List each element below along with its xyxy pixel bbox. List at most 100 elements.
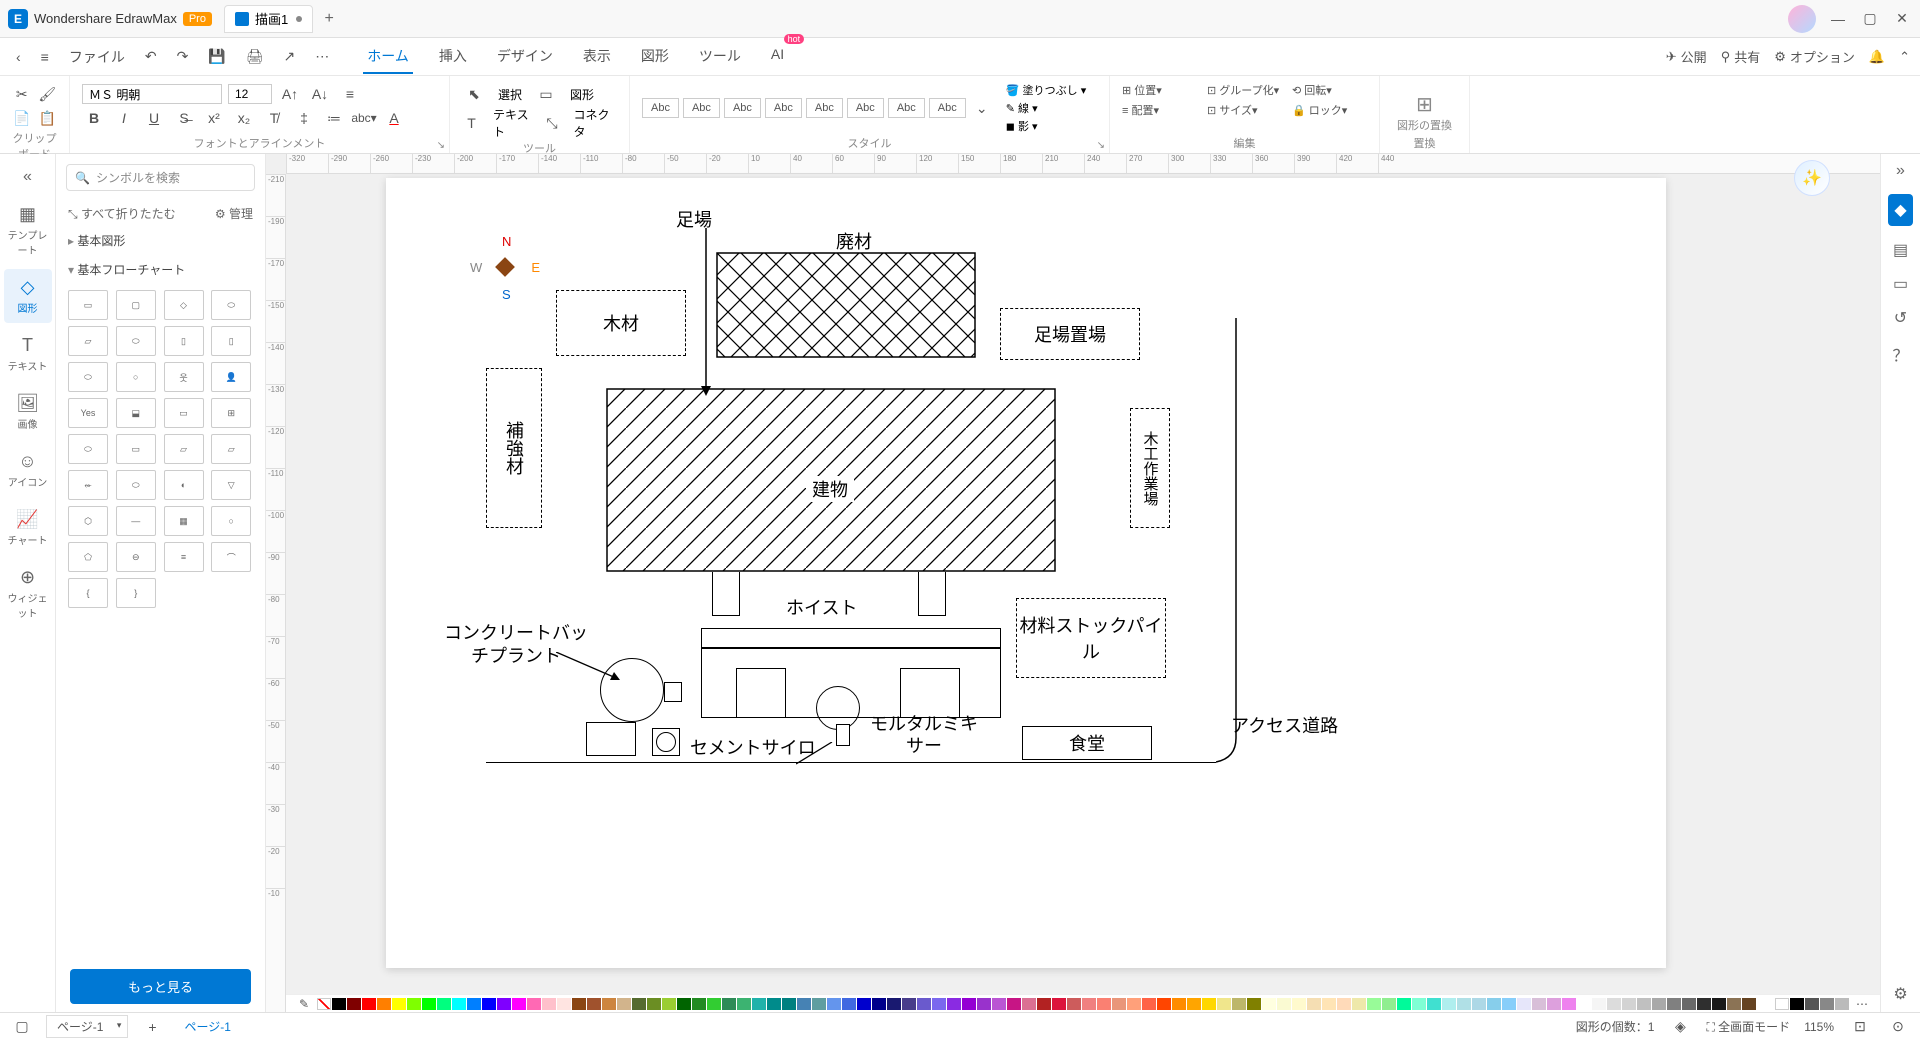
color-swatch[interactable]: [872, 998, 886, 1010]
color-swatch[interactable]: [1442, 998, 1456, 1010]
color-swatch[interactable]: [647, 998, 661, 1010]
color-white[interactable]: [1775, 998, 1789, 1010]
color-swatch[interactable]: [662, 998, 676, 1010]
color-swatch[interactable]: [1097, 998, 1111, 1010]
color-swatch[interactable]: [602, 998, 616, 1010]
undo-button[interactable]: ↶: [139, 44, 163, 69]
style-preset-7[interactable]: Abc: [888, 98, 925, 118]
color-swatch[interactable]: [707, 998, 721, 1010]
tab-tool[interactable]: ツール: [695, 40, 745, 74]
layers-icon[interactable]: ◈: [1668, 1015, 1692, 1039]
color-swatch[interactable]: [572, 998, 586, 1010]
rack-top[interactable]: [701, 628, 1001, 648]
color-swatch[interactable]: [557, 998, 571, 1010]
style-preset-1[interactable]: Abc: [642, 98, 679, 118]
color-swatch[interactable]: [1562, 998, 1576, 1010]
color-swatch[interactable]: [482, 998, 496, 1010]
style-preset-5[interactable]: Abc: [806, 98, 843, 118]
cut-button[interactable]: ✂: [12, 82, 32, 106]
shape-yes[interactable]: Yes: [68, 398, 108, 428]
italic-button[interactable]: I: [112, 106, 136, 130]
expand-right-rail-button[interactable]: »: [1896, 162, 1905, 180]
reinforcement-area[interactable]: 補強材: [486, 368, 542, 528]
replace-shape-button[interactable]: ⊞ 図形の置換: [1392, 82, 1457, 133]
zoom-level[interactable]: 115%: [1804, 1020, 1834, 1034]
rotate-button[interactable]: ⟲ 回転▾: [1292, 82, 1367, 98]
shape-actor[interactable]: 웃: [164, 362, 204, 392]
redo-button[interactable]: ↷: [171, 44, 195, 69]
shape-33[interactable]: {: [68, 578, 108, 608]
color-swatch[interactable]: [857, 998, 871, 1010]
color-swatch[interactable]: [1637, 998, 1651, 1010]
decrease-font-button[interactable]: A↓: [308, 82, 332, 106]
shape-cylinder[interactable]: ⬓: [116, 398, 156, 428]
color-swatch[interactable]: [1457, 998, 1471, 1010]
text-tool-button[interactable]: テキスト: [487, 106, 537, 140]
wood-area[interactable]: 木材: [556, 290, 686, 356]
bullets-button[interactable]: ≔: [322, 106, 346, 130]
style-preset-4[interactable]: Abc: [765, 98, 802, 118]
label-hoist[interactable]: ホイスト: [786, 594, 857, 620]
color-swatch[interactable]: [1112, 998, 1126, 1010]
share-button[interactable]: ⚲ 共有: [1721, 47, 1761, 66]
rack-compartment-2[interactable]: [900, 668, 960, 718]
shape-circle[interactable]: ○: [116, 362, 156, 392]
user-avatar[interactable]: [1788, 5, 1816, 33]
collapse-ribbon-button[interactable]: ⌃: [1899, 49, 1910, 65]
color-swatch[interactable]: [692, 998, 706, 1010]
color-swatch[interactable]: [527, 998, 541, 1010]
color-gray3[interactable]: [1835, 998, 1849, 1010]
color-swatch[interactable]: [377, 998, 391, 1010]
page-link[interactable]: ページ-1: [184, 1018, 230, 1035]
shape-tool-button[interactable]: 図形: [564, 86, 600, 103]
shape-19[interactable]: ▱: [164, 434, 204, 464]
shape-internal[interactable]: ⊞: [211, 398, 251, 428]
page-nav-icon[interactable]: ▢: [10, 1015, 34, 1039]
strikethrough-button[interactable]: S̶: [172, 106, 196, 130]
shape-32[interactable]: ⌒: [211, 542, 251, 572]
color-swatch[interactable]: [1202, 998, 1216, 1010]
color-swatch[interactable]: [677, 998, 691, 1010]
shape-20[interactable]: ▱: [211, 434, 251, 464]
color-swatch[interactable]: [1622, 998, 1636, 1010]
lock-button[interactable]: 🔒 ロック▾: [1292, 102, 1367, 118]
style-preset-2[interactable]: Abc: [683, 98, 720, 118]
color-swatch[interactable]: [782, 998, 796, 1010]
document-tab[interactable]: 描画1: [224, 5, 313, 33]
concrete-mixer-drum[interactable]: [600, 658, 664, 722]
shape-data[interactable]: ▱: [68, 326, 108, 356]
shape-17[interactable]: ⬭: [68, 434, 108, 464]
shape-34[interactable]: }: [116, 578, 156, 608]
color-swatch[interactable]: [1397, 998, 1411, 1010]
settings-gear-icon[interactable]: ⚙: [1893, 984, 1907, 1004]
color-swatch[interactable]: [1067, 998, 1081, 1010]
tab-insert[interactable]: 挿入: [435, 40, 471, 74]
color-gray2[interactable]: [1820, 998, 1834, 1010]
panel-present-icon[interactable]: ▭: [1893, 274, 1908, 294]
color-swatch[interactable]: [1022, 998, 1036, 1010]
group-button[interactable]: ⊡ グループ化▾: [1207, 82, 1282, 98]
color-swatch[interactable]: [1712, 998, 1726, 1010]
color-swatch[interactable]: [1667, 998, 1681, 1010]
shape-25[interactable]: ⬡: [68, 506, 108, 536]
ai-assistant-button[interactable]: ✨: [1794, 160, 1830, 196]
rail-images[interactable]: 🖼画像: [4, 385, 52, 439]
color-swatch[interactable]: [1592, 998, 1606, 1010]
back-button[interactable]: ‹: [10, 45, 27, 69]
color-swatch[interactable]: [1742, 998, 1756, 1010]
color-swatch[interactable]: [512, 998, 526, 1010]
color-swatch[interactable]: [767, 998, 781, 1010]
shape-predefined[interactable]: ▯: [164, 326, 204, 356]
font-dialog-launcher[interactable]: ↘: [437, 140, 445, 151]
symbol-search-input[interactable]: 🔍 シンボルを検索: [66, 164, 255, 191]
hamburger-icon[interactable]: ≡: [35, 45, 55, 69]
color-swatch[interactable]: [1127, 998, 1141, 1010]
scaffold-storage-area[interactable]: 足場置場: [1000, 308, 1140, 360]
color-swatch[interactable]: [1532, 998, 1546, 1010]
shape-stored[interactable]: ▯: [211, 326, 251, 356]
color-swatch[interactable]: [452, 998, 466, 1010]
shadow-button[interactable]: ◼ 影 ▾: [1006, 118, 1086, 134]
color-swatch[interactable]: [1322, 998, 1336, 1010]
color-swatch[interactable]: [542, 998, 556, 1010]
color-swatch[interactable]: [1502, 998, 1516, 1010]
